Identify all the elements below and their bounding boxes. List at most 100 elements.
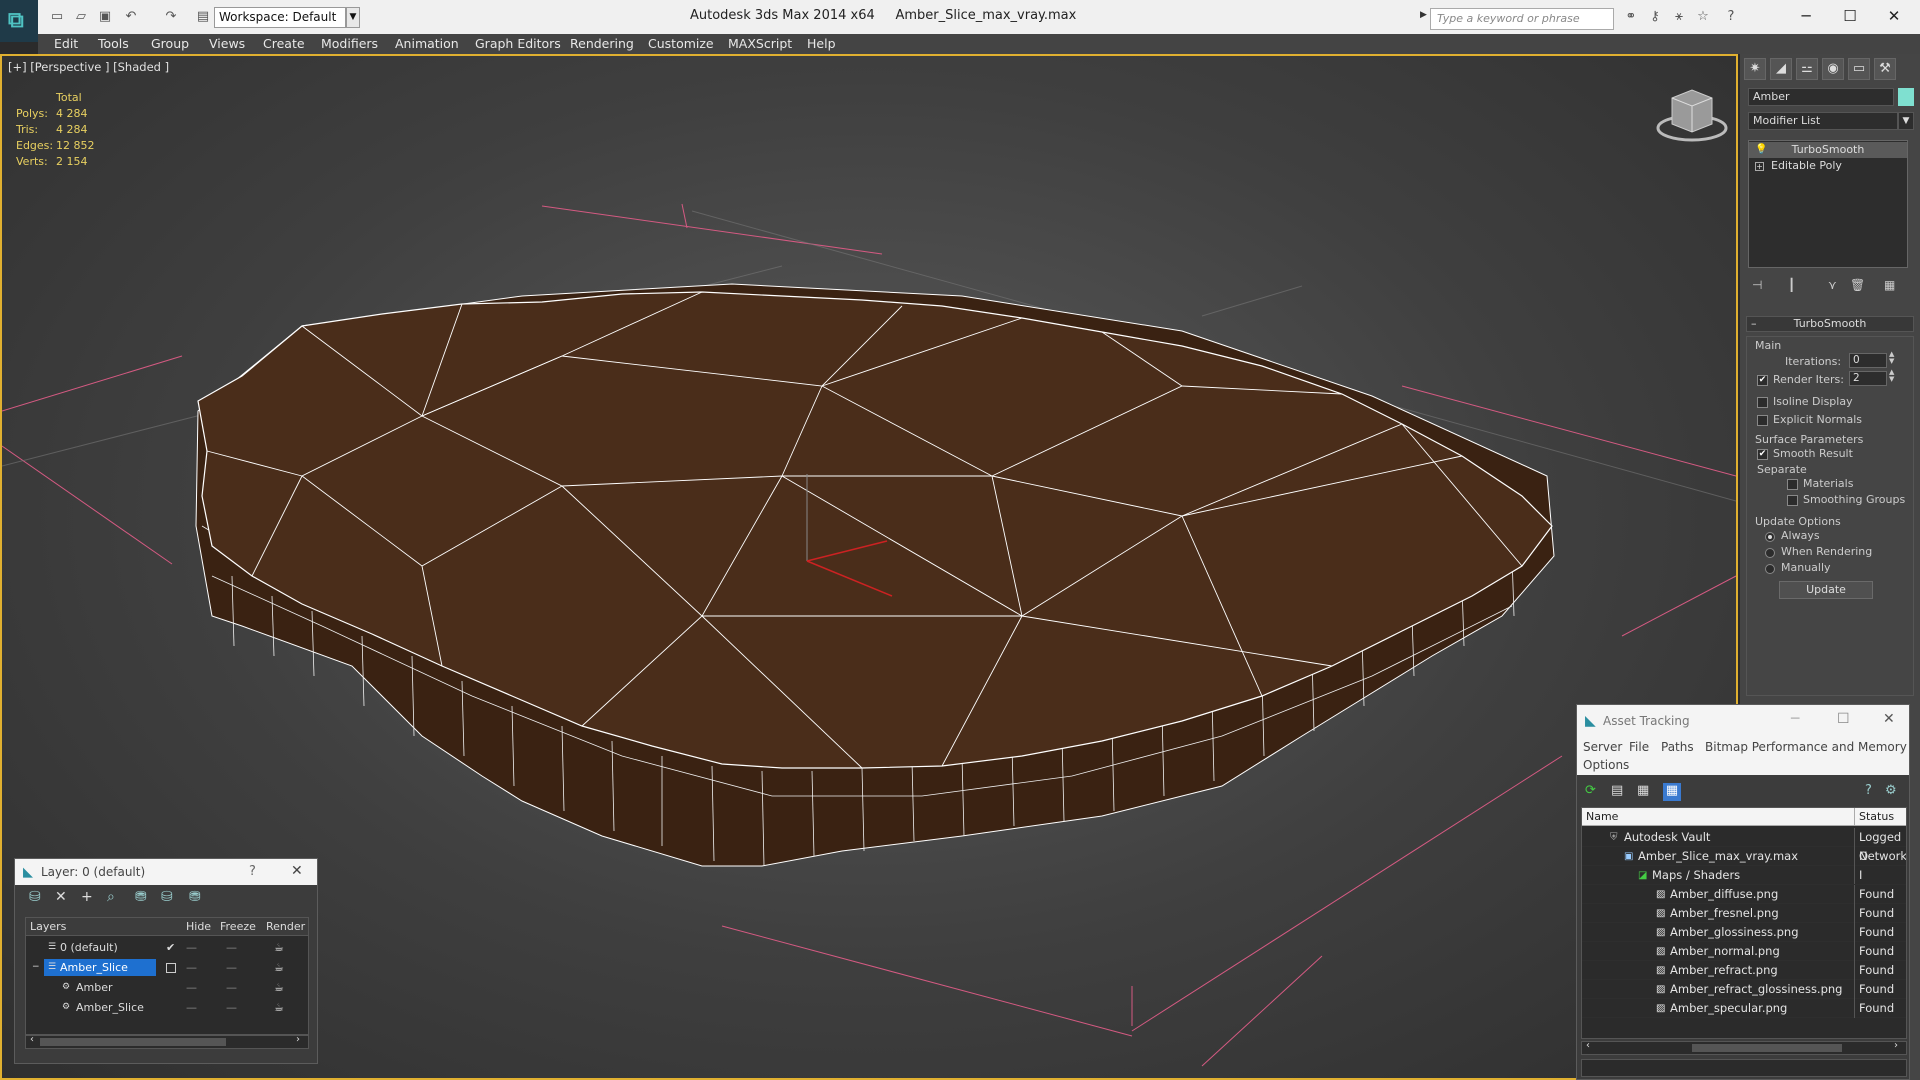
asset-menu-server[interactable]: Server: [1583, 740, 1622, 754]
table-row[interactable]: ▨ Amber_fresnel.png Found: [1582, 904, 1906, 923]
manually-radio[interactable]: [1765, 564, 1775, 574]
minimize-icon[interactable]: ─: [1786, 4, 1826, 28]
search-input[interactable]: Type a keyword or phrase: [1430, 8, 1614, 30]
open-file-icon[interactable]: ▱: [72, 8, 90, 26]
lightbulb-icon[interactable]: 💡: [1755, 144, 1767, 155]
stack-item-editable-poly[interactable]: Editable Poly: [1749, 158, 1907, 174]
maximize-icon[interactable]: ☐: [1830, 4, 1870, 28]
collapse-icon[interactable]: –: [1751, 317, 1757, 331]
menu-animation[interactable]: Animation: [395, 36, 459, 51]
make-unique-icon[interactable]: ⋎: [1828, 278, 1837, 292]
explicit-normals-checkbox[interactable]: [1757, 415, 1768, 426]
scrollbar-thumb[interactable]: [40, 1038, 226, 1046]
table-row[interactable]: ▨ Amber_refract.png Found: [1582, 961, 1906, 980]
col-hide[interactable]: Hide: [186, 918, 211, 936]
close-icon[interactable]: ✕: [291, 863, 303, 879]
chevron-left-icon[interactable]: ‹: [1586, 1040, 1590, 1051]
render-teapot-icon[interactable]: ☕: [274, 958, 284, 977]
menu-rendering[interactable]: Rendering: [570, 36, 634, 51]
menu-modifiers[interactable]: Modifiers: [321, 36, 378, 51]
list-view-icon[interactable]: ▤: [1611, 783, 1623, 798]
collapse-icon[interactable]: −: [32, 958, 40, 977]
hierarchy-tab-icon[interactable]: ⚍: [1796, 58, 1818, 80]
smoothing-groups-checkbox[interactable]: [1787, 495, 1798, 506]
utilities-tab-icon[interactable]: ⚒: [1874, 58, 1896, 80]
configure-sets-icon[interactable]: ▦: [1884, 278, 1895, 292]
modifier-list-dropdown[interactable]: Modifier List: [1748, 112, 1898, 130]
asset-menu-paths[interactable]: Paths: [1661, 740, 1694, 754]
table-row[interactable]: ▨ Amber_refract_glossiness.png Found: [1582, 980, 1906, 999]
object-name-field[interactable]: Amber: [1748, 88, 1894, 106]
menu-help[interactable]: Help: [807, 36, 836, 51]
render-iters-checkbox[interactable]: ✔: [1757, 375, 1768, 386]
select-objects-icon[interactable]: ⌕: [107, 889, 115, 905]
always-radio[interactable]: [1765, 532, 1775, 542]
table-view-icon[interactable]: ▦: [1663, 783, 1681, 801]
layer-row[interactable]: ☰ 0 (default) ✔ — — ☕: [26, 938, 308, 957]
menu-graph-editors[interactable]: Graph Editors: [475, 36, 561, 51]
highlight-layer-icon[interactable]: ⛃: [135, 889, 147, 905]
help-icon[interactable]: ?: [249, 864, 256, 879]
col-render[interactable]: Render: [266, 918, 305, 936]
modify-tab-icon[interactable]: ◢: [1770, 58, 1792, 80]
layer-row[interactable]: − ☰ Amber_Slice — — ☕: [26, 958, 308, 977]
key-icon[interactable]: ⚷: [1646, 8, 1664, 26]
render-teapot-icon[interactable]: ☕: [274, 938, 284, 957]
stack-item-turbosmooth[interactable]: TurboSmooth: [1749, 142, 1907, 158]
asset-menu-options[interactable]: Options: [1583, 758, 1629, 772]
remove-modifier-icon[interactable]: 🗑: [1850, 278, 1865, 292]
redo-icon[interactable]: ↷: [162, 8, 180, 26]
show-end-result-icon[interactable]: ┃: [1788, 278, 1795, 292]
add-to-layer-icon[interactable]: +: [81, 889, 93, 905]
create-layer-icon[interactable]: ⛁: [29, 889, 41, 905]
pin-stack-icon[interactable]: ⊣: [1752, 278, 1762, 292]
smooth-result-checkbox[interactable]: ✔: [1757, 449, 1768, 460]
freeze-toggle[interactable]: —: [226, 998, 237, 1017]
iterations-spinner[interactable]: 0: [1849, 353, 1887, 368]
turbosmooth-rollout-title[interactable]: – TurboSmooth: [1746, 316, 1914, 332]
star-icon[interactable]: ☆: [1694, 8, 1712, 26]
thumbnail-view-icon[interactable]: ▦: [1637, 783, 1649, 798]
menu-group[interactable]: Group: [151, 36, 189, 51]
object-color-swatch[interactable]: [1898, 88, 1914, 106]
layer-row[interactable]: ⚙ Amber — — ☕: [26, 978, 308, 997]
minimize-icon[interactable]: ─: [1791, 711, 1799, 727]
display-tab-icon[interactable]: ▭: [1848, 58, 1870, 80]
layer-scrollbar[interactable]: ‹ ›: [25, 1034, 309, 1049]
chevron-right-icon[interactable]: ›: [296, 1034, 300, 1045]
hide-toggle[interactable]: —: [186, 958, 197, 977]
chevron-right-icon[interactable]: ›: [1894, 1040, 1898, 1051]
table-row[interactable]: ▨ Amber_glossiness.png Found: [1582, 923, 1906, 942]
save-file-icon[interactable]: ▣: [96, 8, 114, 26]
scrollbar-thumb[interactable]: [1692, 1044, 1842, 1052]
menu-create[interactable]: Create: [263, 36, 305, 51]
freeze-toggle[interactable]: —: [226, 958, 237, 977]
asset-window-titlebar[interactable]: Asset Tracking: [1577, 705, 1909, 737]
current-layer-check-icon[interactable]: ✔: [166, 938, 175, 957]
close-icon[interactable]: ✕: [1874, 4, 1914, 28]
menu-maxscript[interactable]: MAXScript: [728, 36, 792, 51]
freeze-toggle[interactable]: —: [226, 978, 237, 997]
col-status[interactable]: Status: [1854, 808, 1894, 826]
app-logo-button[interactable]: ⧉: [0, 0, 38, 42]
motion-tab-icon[interactable]: ◉: [1822, 58, 1844, 80]
spinner-arrows-icon[interactable]: ▲ ▼: [1889, 369, 1894, 383]
update-button[interactable]: Update: [1779, 581, 1873, 599]
settings-icon[interactable]: ⚙: [1885, 783, 1897, 798]
workspace-select[interactable]: Workspace: Default: [214, 7, 346, 28]
delete-layer-icon[interactable]: ✕: [55, 889, 67, 905]
close-icon[interactable]: ✕: [1883, 711, 1895, 727]
menu-customize[interactable]: Customize: [648, 36, 714, 51]
col-name[interactable]: Name: [1586, 808, 1618, 826]
set-current-checkbox[interactable]: [166, 963, 176, 973]
hide-toggle[interactable]: —: [186, 978, 197, 997]
render-iters-spinner[interactable]: 2: [1849, 371, 1887, 386]
maximize-icon[interactable]: ☐: [1837, 711, 1850, 727]
asset-menu-file[interactable]: File: [1629, 740, 1649, 754]
chevron-left-icon[interactable]: ‹: [30, 1034, 34, 1045]
table-row[interactable]: ▨ Amber_normal.png Found: [1582, 942, 1906, 961]
viewcube-icon[interactable]: [1656, 89, 1728, 142]
hide-all-icon[interactable]: ⛁: [161, 889, 173, 905]
hide-toggle[interactable]: —: [186, 938, 197, 957]
undo-icon[interactable]: ↶: [122, 8, 140, 26]
